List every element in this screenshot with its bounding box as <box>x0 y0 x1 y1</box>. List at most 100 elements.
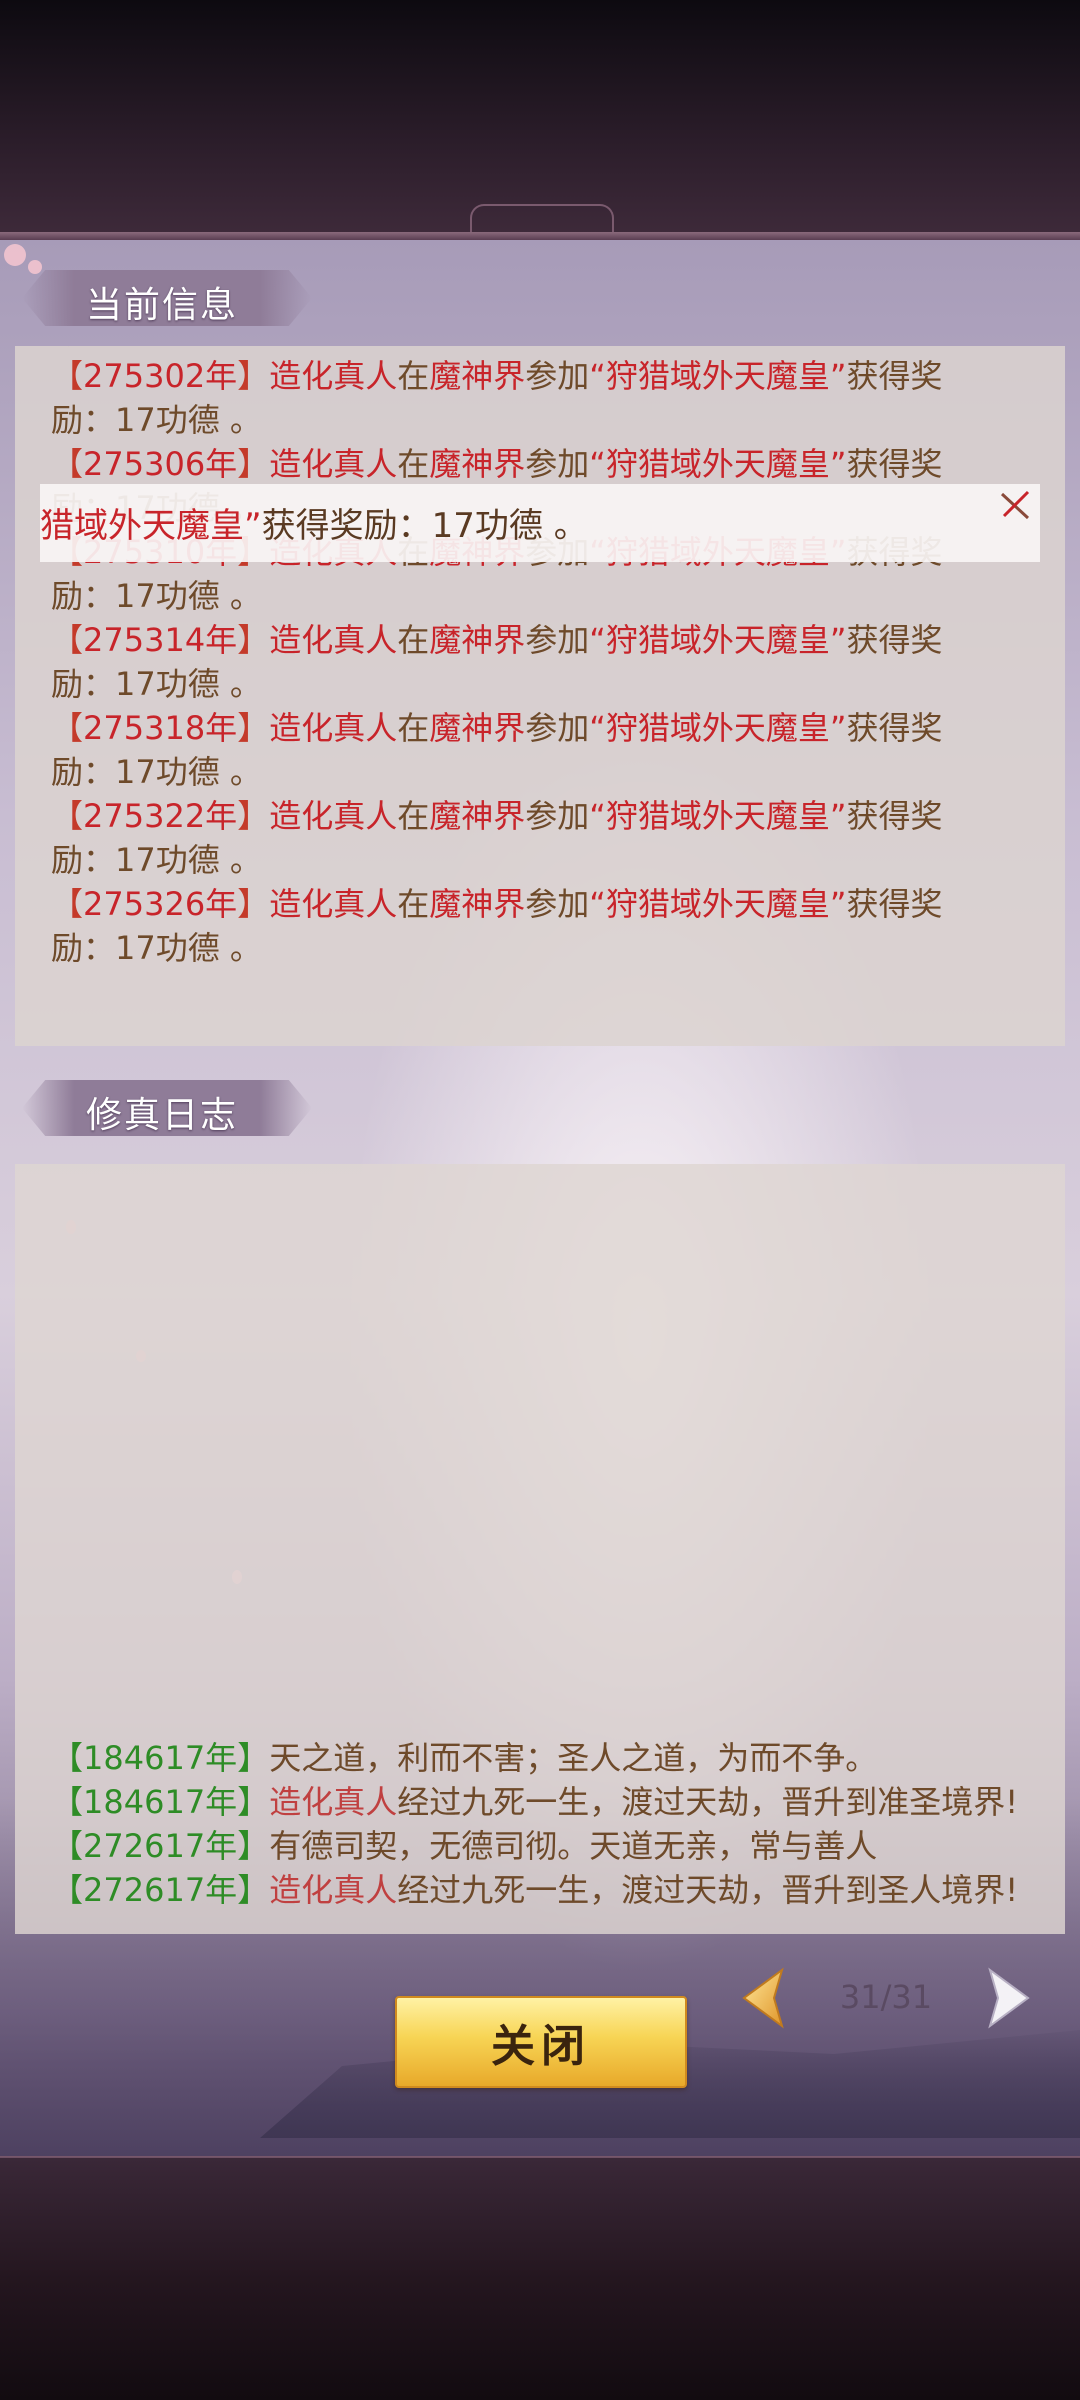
log-year: 184617年 <box>83 1783 238 1821</box>
toast-event: 猎域外天魔皇” <box>40 506 262 546</box>
bracket-open: 【 <box>51 445 84 483</box>
entry-result: 获得奖 <box>846 885 943 923</box>
info-partial-line: 励：17功德 。 <box>15 346 1065 354</box>
entry-reward: 励：17功德 。 <box>51 929 262 967</box>
log-year: 272617年 <box>83 1871 238 1909</box>
page-indicator: 31/31 <box>839 1978 933 2016</box>
bracket-close: 】 <box>237 797 270 835</box>
entry-place: 魔神界 <box>429 709 526 747</box>
blossom-decoration <box>4 244 26 266</box>
entry-verb: 参加 <box>525 709 590 747</box>
entry-result: 获得奖 <box>846 357 943 395</box>
entry-verb: 参加 <box>525 885 590 923</box>
log-year: 272617年 <box>83 1827 238 1865</box>
chevron-right-icon[interactable] <box>978 1966 1038 2030</box>
entry-place: 魔神界 <box>429 357 526 395</box>
toast-reward: 获得奖励：17功德 。 <box>261 506 588 546</box>
bracket-close: 】 <box>237 885 270 923</box>
entry-year: 275306年 <box>83 445 238 483</box>
bracket-open: 【 <box>51 1739 84 1777</box>
bracket-close: 】 <box>237 445 270 483</box>
entry-place: 魔神界 <box>429 797 526 835</box>
info-entry: 【275314年】造化真人在魔神界参加“狩猎域外天魔皇”获得奖 励：17功德 。 <box>15 618 1065 706</box>
toast-message: 猎域外天魔皇”获得奖励：17功德 。 <box>40 498 588 547</box>
bracket-close: 】 <box>237 1827 270 1865</box>
entry-prep: 在 <box>397 357 430 395</box>
entry-year: 275302年 <box>83 357 238 395</box>
log-text: 天之道，利而不害；圣人之道，为而不争。 <box>269 1739 878 1777</box>
current-info-panel[interactable]: 励：17功德 。 【275302年】造化真人在魔神界参加“狩猎域外天魔皇”获得奖… <box>15 346 1065 1046</box>
close-button-label: 关闭 <box>491 2021 591 2072</box>
bracket-close: 】 <box>237 357 270 395</box>
bracket-open: 【 <box>51 709 84 747</box>
entry-result: 获得奖 <box>846 445 943 483</box>
bracket-open: 【 <box>51 797 84 835</box>
entry-actor: 造化真人 <box>269 797 398 835</box>
entry-verb: 参加 <box>525 797 590 835</box>
log-entry: 【184617年】造化真人经过九死一生，渡过天劫，晋升到准圣境界! <box>15 1780 1065 1824</box>
current-info-list: 励：17功德 。 【275302年】造化真人在魔神界参加“狩猎域外天魔皇”获得奖… <box>15 346 1065 970</box>
entry-verb: 参加 <box>525 621 590 659</box>
entry-prep: 在 <box>397 885 430 923</box>
log-text: 经过九死一生，渡过天劫，晋升到准圣境界! <box>397 1783 1019 1821</box>
entry-result: 获得奖 <box>846 797 943 835</box>
entry-place: 魔神界 <box>429 621 526 659</box>
section-title-cultivation-log: 修真日志 <box>22 1080 312 1136</box>
blossom-decoration <box>28 260 42 274</box>
cultivation-log-list: 【184617年】天之道，利而不害；圣人之道，为而不争。 【184617年】造化真… <box>15 1736 1065 1912</box>
entry-result: 获得奖 <box>846 709 943 747</box>
entry-reward: 励：17功德 。 <box>51 841 262 879</box>
entry-event: “狩猎域外天魔皇” <box>589 445 847 483</box>
entry-event: “狩猎域外天魔皇” <box>589 357 847 395</box>
entry-reward: 励：17功德 。 <box>51 665 262 703</box>
bracket-open: 【 <box>51 885 84 923</box>
bracket-open: 【 <box>51 1783 84 1821</box>
entry-prep: 在 <box>397 445 430 483</box>
info-entry: 【275326年】造化真人在魔神界参加“狩猎域外天魔皇”获得奖 励：17功德 。 <box>15 882 1065 970</box>
close-icon[interactable] <box>998 488 1032 522</box>
entry-event: “狩猎域外天魔皇” <box>589 621 847 659</box>
bracket-close: 】 <box>237 1783 270 1821</box>
section-title-label: 当前信息 <box>86 285 239 326</box>
bracket-close: 】 <box>237 709 270 747</box>
entry-reward: 励：17功德 。 <box>51 401 262 439</box>
bracket-open: 【 <box>51 621 84 659</box>
entry-reward: 励：17功德 。 <box>51 753 262 791</box>
info-entry: 【275318年】造化真人在魔神界参加“狩猎域外天魔皇”获得奖励：17功德 。 <box>15 706 1065 794</box>
info-entry: 【275302年】造化真人在魔神界参加“狩猎域外天魔皇”获得奖 励：17功德 。 <box>15 354 1065 442</box>
frame-ornament <box>470 204 614 232</box>
info-entry: 【275322年】造化真人在魔神界参加“狩猎域外天魔皇”获得奖 励：17功德 。 <box>15 794 1065 882</box>
log-year: 184617年 <box>83 1739 238 1777</box>
entry-year: 275322年 <box>83 797 238 835</box>
entry-event: “狩猎域外天魔皇” <box>589 885 847 923</box>
entry-actor: 造化真人 <box>269 445 398 483</box>
entry-place: 魔神界 <box>429 885 526 923</box>
entry-year: 275326年 <box>83 885 238 923</box>
entry-year: 275318年 <box>83 709 238 747</box>
chevron-left-icon[interactable] <box>734 1966 794 2030</box>
bracket-close: 】 <box>237 1739 270 1777</box>
entry-result: 获得奖 <box>846 621 943 659</box>
entry-actor: 造化真人 <box>269 709 398 747</box>
entry-prep: 在 <box>397 621 430 659</box>
bracket-close: 】 <box>237 621 270 659</box>
close-button[interactable]: 关闭 <box>395 1996 687 2088</box>
log-entry: 【184617年】天之道，利而不害；圣人之道，为而不争。 <box>15 1736 1065 1780</box>
entry-event: “狩猎域外天魔皇” <box>589 709 847 747</box>
entry-verb: 参加 <box>525 445 590 483</box>
entry-actor: 造化真人 <box>269 621 398 659</box>
reward-toast: 猎域外天魔皇”获得奖励：17功德 。 <box>40 484 1040 562</box>
log-actor: 造化真人 <box>269 1783 398 1821</box>
entry-event: “狩猎域外天魔皇” <box>589 797 847 835</box>
log-text: 有德司契，无德司彻。天道无亲，常与善人 <box>269 1827 878 1865</box>
log-text: 经过九死一生，渡过天劫，晋升到圣人境界! <box>397 1871 1019 1909</box>
bracket-close: 】 <box>237 1871 270 1909</box>
top-band <box>0 0 1080 236</box>
log-actor: 造化真人 <box>269 1871 398 1909</box>
entry-verb: 参加 <box>525 357 590 395</box>
frame-edge-top <box>0 232 1080 240</box>
log-entry: 【272617年】有德司契，无德司彻。天道无亲，常与善人 <box>15 1824 1065 1868</box>
entry-prep: 在 <box>397 709 430 747</box>
log-entry: 【272617年】造化真人经过九死一生，渡过天劫，晋升到圣人境界! <box>15 1868 1065 1912</box>
cultivation-log-panel[interactable]: 【184617年】天之道，利而不害；圣人之道，为而不争。 【184617年】造化真… <box>15 1164 1065 1934</box>
